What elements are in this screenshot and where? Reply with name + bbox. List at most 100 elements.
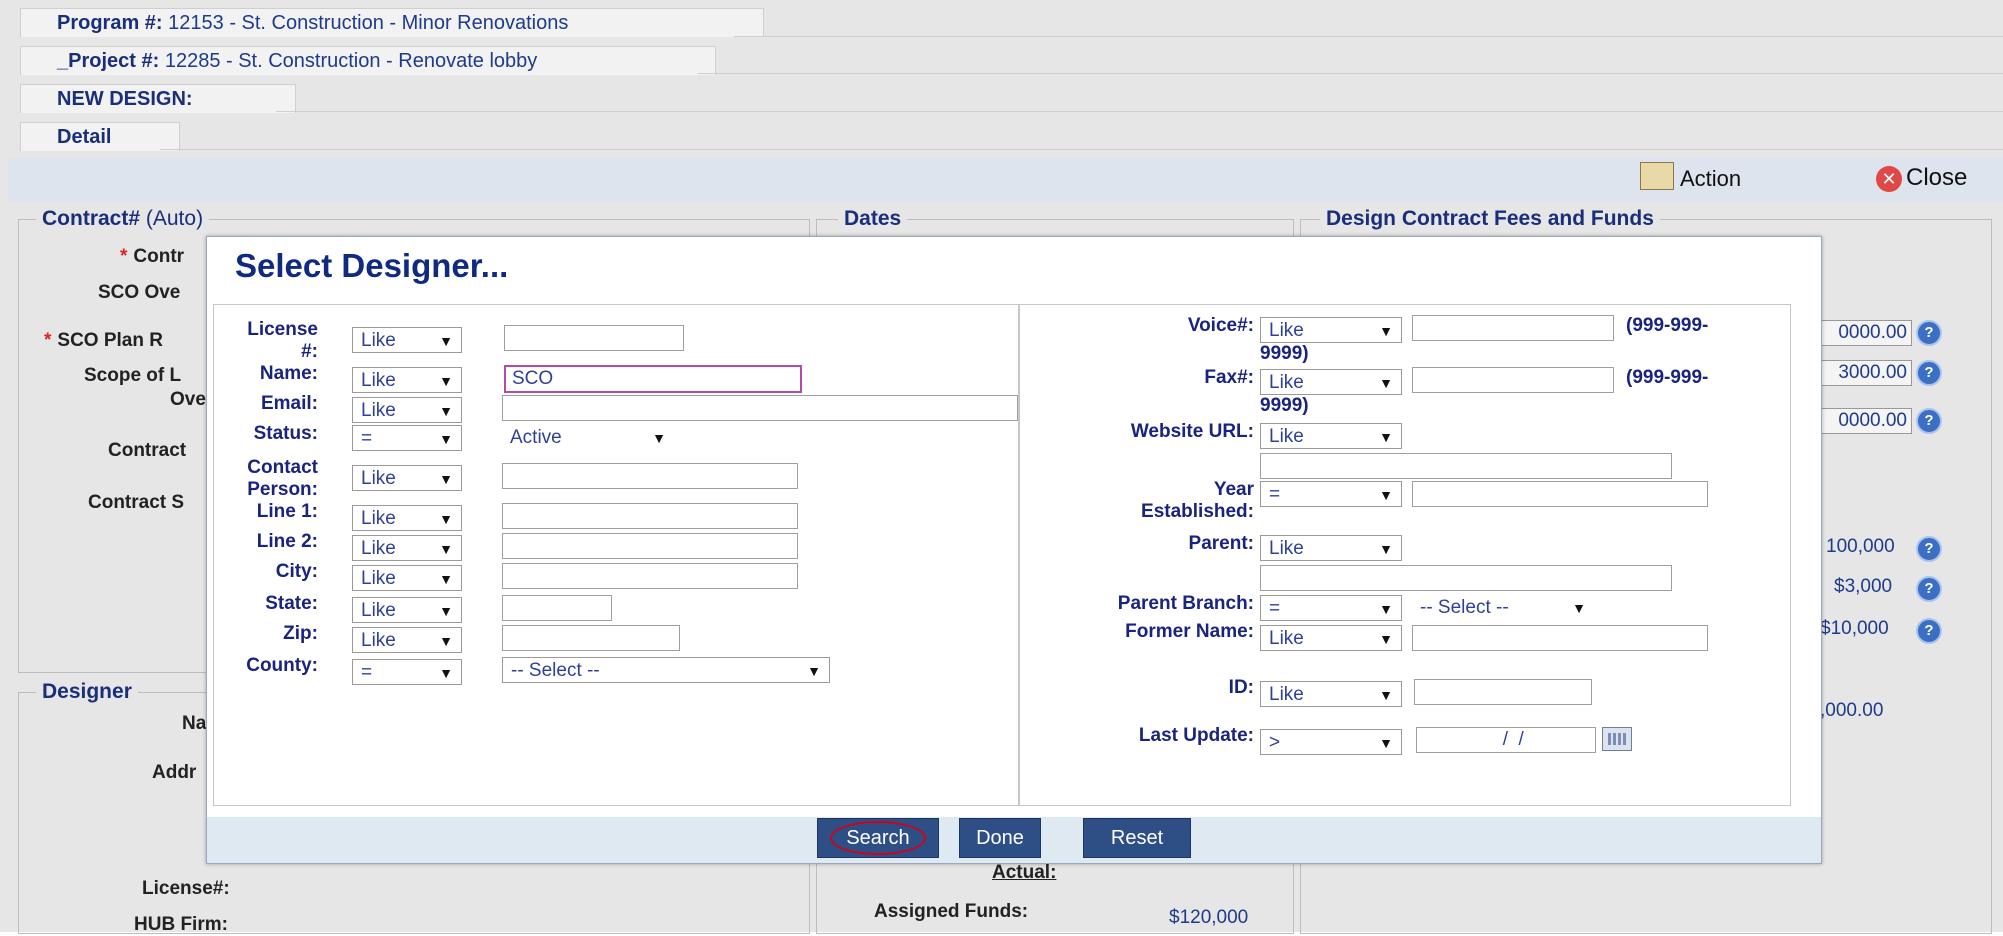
fee-value-1: 100,000	[1826, 536, 1895, 557]
help-icon[interactable]: ?	[1916, 536, 1942, 562]
website-url-input[interactable]	[1260, 453, 1672, 479]
breadcrumb-project-label: _Project #:	[57, 50, 160, 72]
contract-type-label: Contract	[108, 440, 187, 461]
help-icon[interactable]: ?	[1916, 576, 1942, 602]
help-icon[interactable]: ?	[1916, 360, 1942, 386]
designer-name-label: Na	[182, 713, 207, 734]
help-icon[interactable]: ?	[1916, 408, 1942, 434]
help-icon[interactable]: ?	[1916, 320, 1942, 346]
parent-label: Parent:	[1188, 533, 1254, 554]
fax-input[interactable]	[1412, 367, 1614, 393]
zip-operator-select[interactable]: Like ▼	[352, 627, 462, 653]
status-operator-value: =	[361, 428, 373, 449]
name-operator-select[interactable]: Like ▼	[352, 367, 462, 393]
year-operator-select[interactable]: = ▼	[1260, 481, 1402, 507]
parent-branch-operator-select[interactable]: = ▼	[1260, 595, 1402, 621]
email-input[interactable]	[502, 395, 1018, 421]
breadcrumb-program-label: Program #:	[57, 12, 163, 34]
tab-detail-label: Detail	[57, 126, 112, 148]
id-label: ID:	[1228, 677, 1254, 698]
website-operator-select[interactable]: Like ▼	[1260, 423, 1402, 449]
license-label-line2: #:	[301, 341, 318, 362]
fee-input-3[interactable]: 0000.00	[1820, 408, 1912, 434]
id-input[interactable]	[1414, 679, 1592, 705]
website-operator-value: Like	[1269, 426, 1304, 447]
done-button[interactable]: Done	[959, 818, 1041, 858]
line1-input[interactable]	[502, 503, 798, 529]
dialog-title: Select Designer...	[235, 247, 509, 284]
line1-operator-select[interactable]: Like ▼	[352, 505, 462, 531]
voice-operator-select[interactable]: Like ▼	[1260, 317, 1402, 343]
sco-plan-review-label: * SCO Plan R	[44, 330, 163, 351]
breadcrumb-program[interactable]: Program #: 12153 - St. Construction - Mi…	[20, 8, 764, 37]
last-update-operator-select[interactable]: > ▼	[1260, 729, 1402, 755]
calendar-icon[interactable]	[1602, 727, 1632, 751]
fee-value-4: ,000.00	[1820, 700, 1884, 721]
contract-label: * Contr	[120, 246, 185, 267]
contract-legend: Contract# (Auto)	[36, 207, 210, 231]
line2-label: Line 2:	[256, 531, 318, 552]
id-operator-select[interactable]: Like ▼	[1260, 681, 1402, 707]
former-name-operator-select[interactable]: Like ▼	[1260, 625, 1402, 651]
state-label: State:	[265, 593, 318, 614]
last-update-date-input[interactable]	[1416, 727, 1596, 753]
license-operator-value: Like	[361, 330, 396, 351]
contact-operator-select[interactable]: Like ▼	[352, 465, 462, 491]
contract-legend-suffix: (Auto)	[145, 207, 204, 230]
fee-input-1[interactable]: 0000.00	[1820, 320, 1912, 346]
breadcrumb-new-design[interactable]: NEW DESIGN:	[20, 84, 296, 113]
line1-label: Line 1:	[256, 501, 318, 522]
hub-firm-label: HUB Firm:	[134, 914, 228, 935]
parent-operator-value: Like	[1269, 538, 1304, 559]
zip-input[interactable]	[502, 625, 680, 651]
state-operator-select[interactable]: Like ▼	[352, 597, 462, 623]
help-icon[interactable]: ?	[1916, 618, 1942, 644]
parent-branch-operator-value: =	[1269, 598, 1281, 619]
left-search-panel: License#: Like▼ Name: Like▼ Email: Like▼…	[213, 304, 1019, 806]
city-operator-select[interactable]: Like ▼	[352, 565, 462, 591]
fee-input-2[interactable]: 3000.00	[1820, 360, 1912, 386]
right-search-panel: Voice#: Like ▼ (999-999- 9999) Fax#: Like…	[1019, 304, 1791, 806]
parent-operator-select[interactable]: Like ▼	[1260, 535, 1402, 561]
email-operator-select[interactable]: Like ▼	[352, 397, 462, 423]
name-input[interactable]	[504, 365, 802, 393]
email-label: Email:	[260, 393, 318, 414]
fee-value-3: $10,000	[1820, 618, 1889, 639]
contract-status-label: Contract S	[88, 492, 185, 513]
contact-person-input[interactable]	[502, 463, 798, 489]
action-icon[interactable]	[1640, 162, 1674, 190]
action-button[interactable]: Action	[1680, 166, 1741, 192]
select-designer-dialog: Select Designer... License #: Like ▼ Name:…	[206, 236, 1822, 864]
voice-input[interactable]	[1412, 315, 1614, 341]
county-operator-select[interactable]: = ▼	[352, 659, 462, 685]
fax-operator-value: Like	[1269, 372, 1304, 393]
designer-license-label: License#:	[142, 878, 230, 899]
status-label: Status:	[253, 423, 318, 444]
line2-input[interactable]	[502, 533, 798, 559]
designer-address-label: Addr	[152, 762, 197, 783]
status-operator-select[interactable]: = ▼	[352, 425, 462, 451]
breadcrumb-project[interactable]: _Project #: 12285 - St. Construction - R…	[20, 46, 716, 75]
tab-detail[interactable]: Detail	[20, 122, 180, 151]
breadcrumb-new-design-label: NEW DESIGN:	[57, 88, 193, 110]
status-value-select[interactable]: Active ▼	[502, 425, 674, 451]
license-input[interactable]	[504, 325, 684, 351]
year-established-input[interactable]	[1412, 481, 1708, 507]
search-button[interactable]: Search	[817, 818, 939, 858]
close-icon[interactable]: ✕	[1876, 166, 1902, 192]
parent-branch-select[interactable]: -- Select -- ▼	[1412, 595, 1594, 621]
fax-operator-select[interactable]: Like ▼	[1260, 369, 1402, 395]
state-input[interactable]	[502, 595, 612, 621]
name-operator-value: Like	[361, 370, 396, 391]
reset-button[interactable]: Reset	[1083, 818, 1191, 858]
close-button[interactable]: Close	[1906, 164, 1967, 192]
license-operator-select[interactable]: Like ▼	[352, 327, 462, 353]
city-input[interactable]	[502, 563, 798, 589]
county-value-select[interactable]: -- Select -- ▼	[502, 657, 830, 683]
year-operator-value: =	[1269, 484, 1281, 505]
dates-legend: Dates	[838, 207, 908, 231]
city-label: City:	[275, 561, 318, 582]
former-name-input[interactable]	[1412, 625, 1708, 651]
line2-operator-select[interactable]: Like ▼	[352, 535, 462, 561]
parent-input[interactable]	[1260, 565, 1672, 591]
